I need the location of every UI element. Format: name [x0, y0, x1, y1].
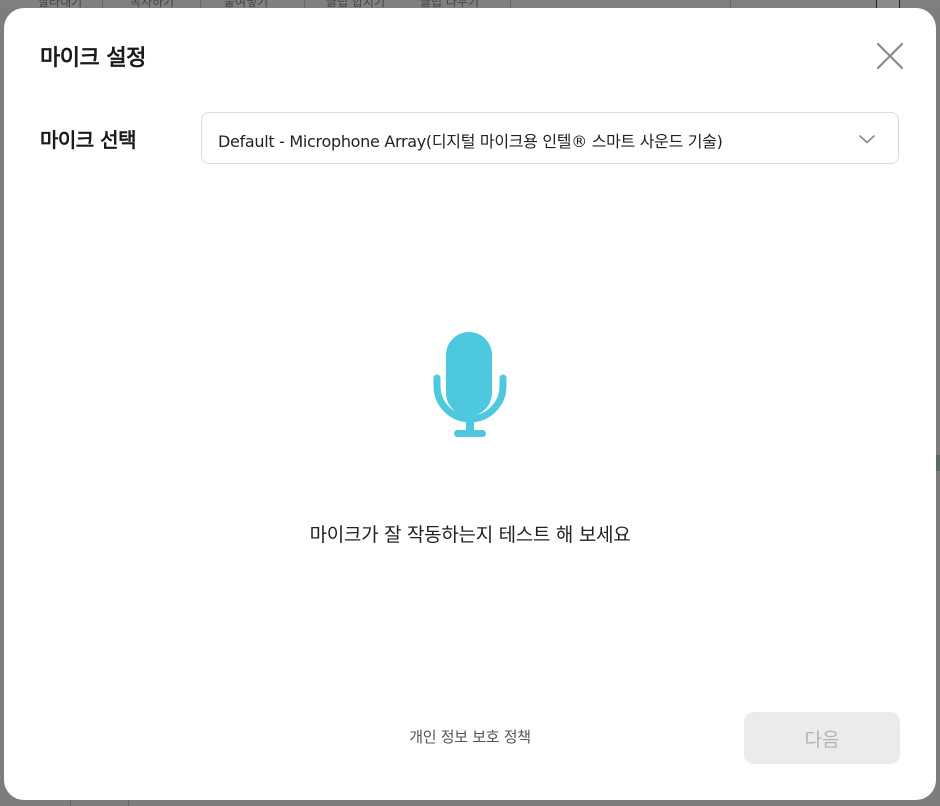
toolbar-item-split-clip: 클립 나누기 — [420, 0, 480, 8]
mic-settings-dialog: 마이크 설정 마이크 선택 Default - Microphone Array… — [4, 8, 936, 800]
mic-select-label: 마이크 선택 — [40, 128, 136, 152]
mic-select-value: Default - Microphone Array(디지털 마이크용 인텔® … — [218, 132, 723, 151]
toolbar-item-merge-clip: 클립 합치기 — [326, 0, 386, 8]
test-prompt-text: 마이크가 잘 작동하는지 테스트 해 보세요 — [309, 524, 631, 546]
chevron-down-icon — [859, 135, 875, 144]
toolbar-item-paste: 붙여넣기 — [224, 0, 269, 8]
mic-select-dropdown[interactable]: Default - Microphone Array(디지털 마이크용 인텔® … — [201, 112, 899, 164]
background-marker — [936, 455, 940, 471]
next-button[interactable]: 다음 — [744, 712, 900, 764]
dialog-title: 마이크 설정 — [40, 46, 146, 71]
close-button[interactable] — [872, 38, 908, 74]
background-toolbar: 잘라내기 복사하기 붙여넣기 클립 합치기 클립 나누기 — [0, 0, 940, 8]
toolbar-box — [876, 0, 900, 8]
microphone-icon — [433, 332, 507, 437]
close-icon — [876, 42, 904, 70]
toolbar-item-copy: 복사하기 — [130, 0, 175, 8]
toolbar-item-cut: 잘라내기 — [38, 0, 83, 8]
privacy-policy-link[interactable]: 개인 정보 보호 정책 — [396, 726, 544, 747]
